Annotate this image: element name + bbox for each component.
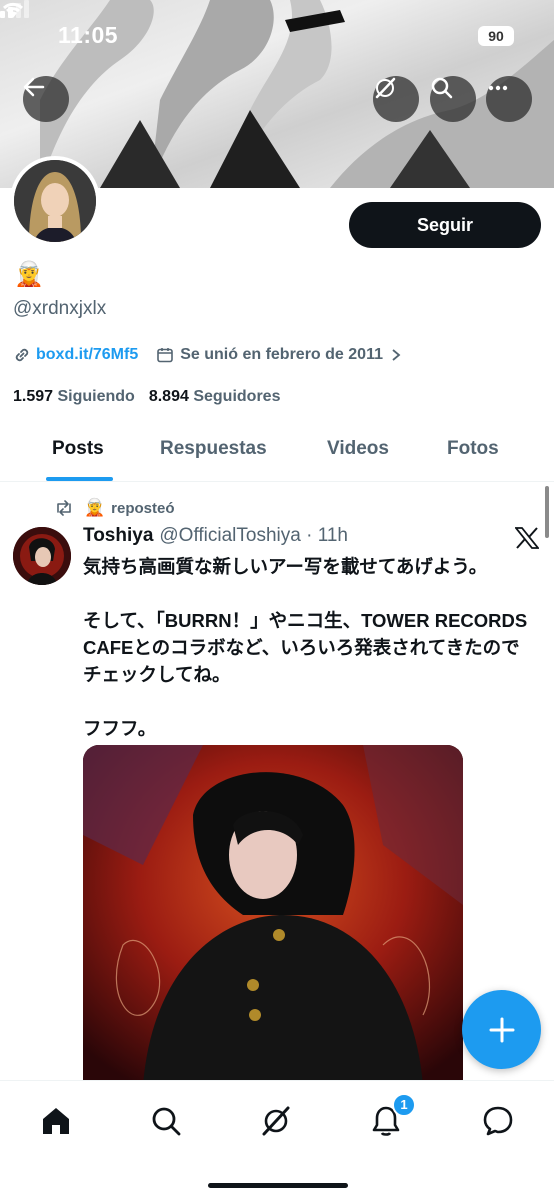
post-author-handle[interactable]: @OfficialToshiya · 11h (159, 525, 348, 547)
following-count: 1.597 (13, 388, 54, 405)
scrollbar[interactable] (545, 486, 549, 538)
post-author-avatar[interactable] (13, 527, 71, 585)
messages-icon (483, 1106, 513, 1136)
nav-home[interactable] (36, 1101, 76, 1141)
back-button[interactable] (23, 76, 69, 122)
link-icon (15, 348, 29, 362)
plus-icon (489, 1017, 514, 1042)
display-name: 🧝 (14, 261, 44, 288)
following-label: Siguiendo (57, 388, 135, 405)
post-author-name[interactable]: Toshiya (83, 525, 153, 547)
repost-icon (57, 500, 71, 516)
repost-user-emoji: 🧝 (84, 498, 106, 517)
tab-respuestas[interactable]: Respuestas (160, 438, 267, 460)
profile-tabs: Posts Respuestas Videos Fotos (0, 430, 554, 482)
followers-count: 8.894 (148, 388, 189, 405)
grok-icon (262, 1106, 290, 1136)
nav-search[interactable] (146, 1101, 186, 1141)
profile-website-link[interactable]: boxd.it/76Mf5 (36, 346, 138, 364)
tab-fotos[interactable]: Fotos (447, 438, 499, 460)
follow-button[interactable]: Seguir (349, 202, 541, 248)
post-image[interactable] (83, 745, 463, 1085)
search-icon (431, 77, 453, 99)
search-button[interactable] (430, 76, 476, 122)
wifi-icon (2, 2, 24, 18)
profile-meta: boxd.it/76Mf5 Se unió en febrero de 2011 (13, 346, 401, 364)
grok-icon (375, 77, 396, 99)
compose-post-button[interactable] (462, 990, 541, 1069)
notification-badge: 1 (392, 1093, 416, 1117)
home-icon (43, 1108, 69, 1134)
repost-label: reposteó (111, 499, 175, 517)
status-time: 11:05 (58, 22, 119, 48)
bottom-navigation (0, 1080, 554, 1199)
home-indicator (208, 1183, 348, 1188)
calendar-icon (157, 348, 174, 363)
battery-indicator: 90 (478, 26, 514, 46)
active-tab-indicator (46, 477, 113, 481)
search-icon (152, 1107, 181, 1136)
chevron-right-icon[interactable] (391, 348, 401, 362)
followers-stat[interactable]: 8.894 Seguidores (149, 388, 281, 406)
profile-banner[interactable]: 11:05 90 (0, 0, 554, 188)
joined-date[interactable]: Se unió en febrero de 2011 (180, 346, 383, 364)
nav-grok[interactable] (256, 1101, 296, 1141)
tab-videos[interactable]: Videos (327, 438, 389, 460)
tab-posts[interactable]: Posts (52, 438, 104, 460)
more-icon (488, 85, 508, 91)
arrow-left-icon (23, 77, 45, 97)
post-text: 気持ち高画質な新しいアー写を載せてあげよう。 そして、「BURRN！」やニコ生、… (83, 556, 528, 739)
following-stat[interactable]: 1.597 Siguiendo (13, 388, 135, 406)
profile-avatar[interactable] (10, 156, 100, 246)
follow-stats: 1.597 Siguiendo 8.894 Seguidores (13, 388, 280, 406)
repost-indicator: 🧝 reposteó (54, 498, 175, 518)
grok-button[interactable] (373, 76, 419, 122)
status-bar: 11:05 90 (0, 0, 554, 72)
nav-messages[interactable] (478, 1101, 518, 1141)
more-options-button[interactable] (486, 76, 532, 122)
post-header: Toshiya @OfficialToshiya · 11h (83, 525, 348, 547)
x-logo-icon (515, 527, 539, 549)
profile-handle: @xrdnxjxlx (13, 298, 107, 319)
followers-label: Seguidores (193, 388, 281, 405)
